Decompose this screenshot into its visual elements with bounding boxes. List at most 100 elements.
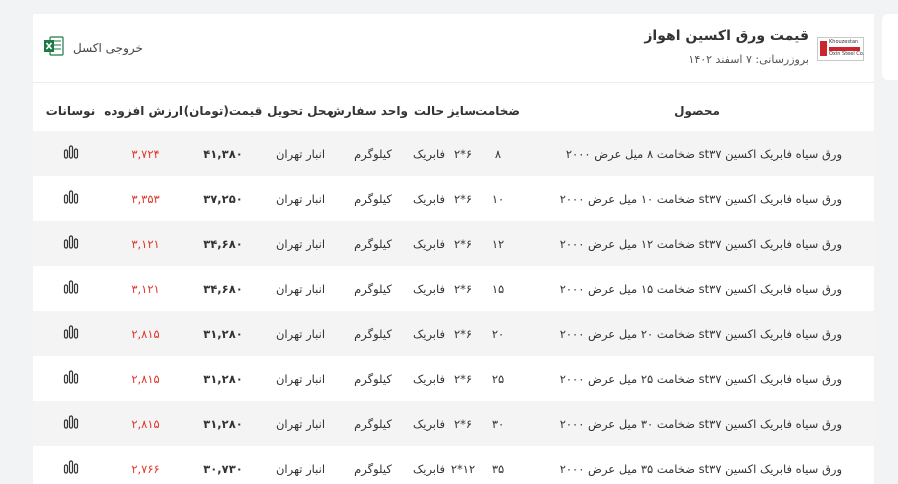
size-cell: ۶*۲ [450, 311, 476, 356]
thickness-cell: ۳۰ [476, 401, 520, 446]
bar-chart-icon[interactable] [63, 234, 79, 253]
product-name[interactable]: ورق سیاه فابریک اکسین st۳۷ ضخامت ۸ میل ع… [520, 131, 874, 176]
table-row[interactable]: ورق سیاه فابریک اکسین st۳۷ ضخامت ۱۵ میل … [33, 266, 874, 311]
price-cell: ۴۱,۳۸۰ [183, 131, 263, 176]
size-cell: ۶*۲ [450, 401, 476, 446]
unit-cell: کیلوگرم [338, 176, 408, 221]
bar-chart-icon[interactable] [63, 414, 79, 433]
delivery-cell: انبار تهران [263, 176, 338, 221]
state-cell: فابریک [408, 221, 450, 266]
update-date: بروزرسانی: ۷ اسفند ۱۴۰۲ [688, 53, 809, 66]
product-name[interactable]: ورق سیاه فابریک اکسین st۳۷ ضخامت ۲۵ میل … [520, 356, 874, 401]
vat-cell: ۲,۸۱۵ [108, 401, 183, 446]
table-row[interactable]: ورق سیاه فابریک اکسین st۳۷ ضخامت ۲۰ میل … [33, 311, 874, 356]
column-header-product[interactable]: محصول [520, 91, 874, 131]
bar-chart-icon[interactable] [63, 459, 79, 478]
unit-cell: کیلوگرم [338, 401, 408, 446]
company-logo: Khouzestan Oxin Steel Co. [817, 37, 864, 61]
excel-export-button[interactable]: خروجی اکسل [43, 35, 143, 61]
state-cell: فابریک [408, 266, 450, 311]
unit-cell: کیلوگرم [338, 131, 408, 176]
size-cell: ۶*۲ [450, 131, 476, 176]
price-cell: ۳۷,۲۵۰ [183, 176, 263, 221]
product-name[interactable]: ورق سیاه فابریک اکسین st۳۷ ضخامت ۲۰ میل … [520, 311, 874, 356]
column-header-delivery[interactable]: محل تحویل [263, 91, 338, 131]
excel-file-icon [43, 35, 65, 61]
column-header-price[interactable]: قیمت(تومان) [183, 91, 263, 131]
thickness-cell: ۱۵ [476, 266, 520, 311]
side-panel-edge [882, 14, 898, 80]
product-name[interactable]: ورق سیاه فابریک اکسین st۳۷ ضخامت ۱۲ میل … [520, 221, 874, 266]
state-cell: فابریک [408, 446, 450, 484]
delivery-cell: انبار تهران [263, 131, 338, 176]
price-card: Khouzestan Oxin Steel Co. قیمت ورق اکسین… [33, 14, 874, 484]
vat-cell: ۳,۳۵۳ [108, 176, 183, 221]
price-cell: ۳۱,۲۸۰ [183, 311, 263, 356]
price-cell: ۳۱,۲۸۰ [183, 401, 263, 446]
size-cell: ۶*۲ [450, 356, 476, 401]
vat-cell: ۲,۸۱۵ [108, 356, 183, 401]
bar-chart-icon[interactable] [63, 279, 79, 298]
size-cell: ۶*۲ [450, 221, 476, 266]
vat-cell: ۲,۷۶۶ [108, 446, 183, 484]
table-header-row: محصول ضخامت سایز حالت واحد سفارش محل تحو… [33, 91, 874, 131]
fluctuation-cell [33, 311, 108, 356]
size-cell: ۶*۲ [450, 176, 476, 221]
state-cell: فابریک [408, 356, 450, 401]
price-table: محصول ضخامت سایز حالت واحد سفارش محل تحو… [33, 91, 874, 484]
bar-chart-icon[interactable] [63, 369, 79, 388]
delivery-cell: انبار تهران [263, 221, 338, 266]
thickness-cell: ۳۵ [476, 446, 520, 484]
product-name[interactable]: ورق سیاه فابریک اکسین st۳۷ ضخامت ۳۰ میل … [520, 401, 874, 446]
bar-chart-icon[interactable] [63, 324, 79, 343]
state-cell: فابریک [408, 131, 450, 176]
price-cell: ۳۰,۷۳۰ [183, 446, 263, 484]
delivery-cell: انبار تهران [263, 356, 338, 401]
column-header-fluctuation[interactable]: نوسانات [33, 91, 108, 131]
vat-cell: ۳,۱۲۱ [108, 221, 183, 266]
bar-chart-icon[interactable] [63, 144, 79, 163]
vat-cell: ۳,۷۲۴ [108, 131, 183, 176]
product-name[interactable]: ورق سیاه فابریک اکسین st۳۷ ضخامت ۳۵ میل … [520, 446, 874, 484]
product-name[interactable]: ورق سیاه فابریک اکسین st۳۷ ضخامت ۱۵ میل … [520, 266, 874, 311]
delivery-cell: انبار تهران [263, 311, 338, 356]
state-cell: فابریک [408, 311, 450, 356]
thickness-cell: ۲۰ [476, 311, 520, 356]
card-header: Khouzestan Oxin Steel Co. قیمت ورق اکسین… [33, 14, 874, 83]
bar-chart-icon[interactable] [63, 189, 79, 208]
price-cell: ۳۴,۶۸۰ [183, 221, 263, 266]
column-header-state[interactable]: حالت [408, 91, 450, 131]
fluctuation-cell [33, 131, 108, 176]
vat-cell: ۳,۱۲۱ [108, 266, 183, 311]
column-header-unit[interactable]: واحد سفارش [328, 91, 408, 131]
table-row[interactable]: ورق سیاه فابریک اکسین st۳۷ ضخامت ۳۰ میل … [33, 401, 874, 446]
table-row[interactable]: ورق سیاه فابریک اکسین st۳۷ ضخامت ۳۵ میل … [33, 446, 874, 484]
thickness-cell: ۸ [476, 131, 520, 176]
unit-cell: کیلوگرم [338, 311, 408, 356]
column-header-size[interactable]: سایز [448, 91, 476, 131]
column-header-vat[interactable]: ارزش افزوده [104, 91, 183, 131]
table-row[interactable]: ورق سیاه فابریک اکسین st۳۷ ضخامت ۸ میل ع… [33, 131, 874, 176]
vat-cell: ۲,۸۱۵ [108, 311, 183, 356]
fluctuation-cell [33, 446, 108, 484]
size-cell: ۱۲*۲ [450, 446, 476, 484]
delivery-cell: انبار تهران [263, 266, 338, 311]
unit-cell: کیلوگرم [338, 221, 408, 266]
table-row[interactable]: ورق سیاه فابریک اکسین st۳۷ ضخامت ۲۵ میل … [33, 356, 874, 401]
unit-cell: کیلوگرم [338, 446, 408, 484]
thickness-cell: ۱۰ [476, 176, 520, 221]
state-cell: فابریک [408, 401, 450, 446]
table-row[interactable]: ورق سیاه فابریک اکسین st۳۷ ضخامت ۱۰ میل … [33, 176, 874, 221]
excel-export-label: خروجی اکسل [73, 41, 143, 55]
fluctuation-cell [33, 176, 108, 221]
fluctuation-cell [33, 401, 108, 446]
thickness-cell: ۱۲ [476, 221, 520, 266]
thickness-cell: ۲۵ [476, 356, 520, 401]
column-header-thickness[interactable]: ضخامت [475, 91, 520, 131]
fluctuation-cell [33, 221, 108, 266]
price-cell: ۳۱,۲۸۰ [183, 356, 263, 401]
delivery-cell: انبار تهران [263, 401, 338, 446]
table-row[interactable]: ورق سیاه فابریک اکسین st۳۷ ضخامت ۱۲ میل … [33, 221, 874, 266]
product-name[interactable]: ورق سیاه فابریک اکسین st۳۷ ضخامت ۱۰ میل … [520, 176, 874, 221]
delivery-cell: انبار تهران [263, 446, 338, 484]
